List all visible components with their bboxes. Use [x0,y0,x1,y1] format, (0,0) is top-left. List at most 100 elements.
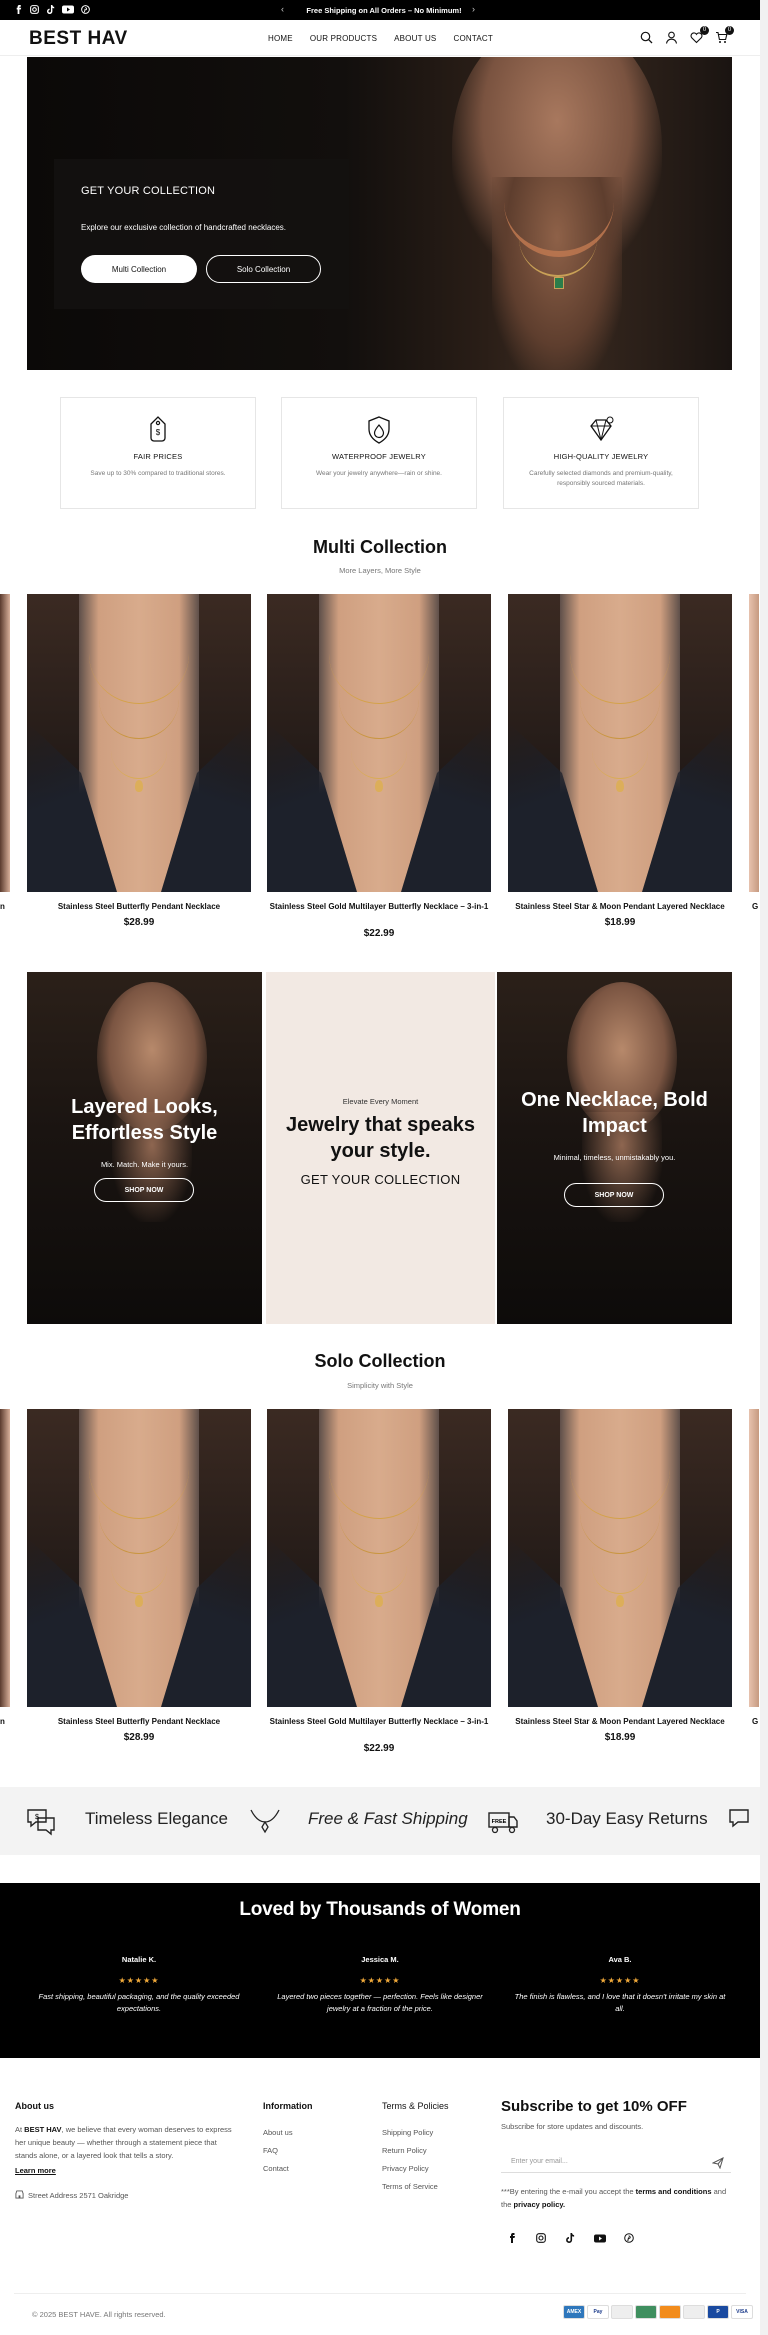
product-name[interactable]: Stainless Steel Gold Multilayer Butterfl… [267,1717,491,1727]
feature-fair-prices: $ FAIR PRICES Save up to 30% compared to… [60,397,256,509]
footer-info-title: Information [263,2101,313,2111]
nav-our-products[interactable]: OUR PRODUCTS [310,34,377,43]
product-name-cut: n [0,1717,5,1726]
cart-count-badge: 0 [725,26,734,35]
product-price: $18.99 [604,917,636,928]
carousel-next-peek [749,1409,759,1707]
product-price: $28.99 [123,1732,155,1743]
subscribe-subtitle: Subscribe for store updates and discount… [501,2122,644,2131]
product-name[interactable]: Stainless Steel Star & Moon Pendant Laye… [508,1717,732,1727]
svg-text:$: $ [156,428,161,437]
announcement-bar: ‹ Free Shipping on All Orders – No Minim… [0,0,768,20]
facebook-icon[interactable] [505,2231,519,2245]
payment-icon [611,2305,633,2319]
review-quote: Fast shipping, beautiful packaging, and … [38,1992,240,2013]
send-icon[interactable] [711,2156,724,2174]
banner-headline-line1: Jewelry that speaks [286,1114,475,1136]
youtube-icon[interactable] [593,2231,607,2245]
footer-link-faq[interactable]: FAQ [263,2146,278,2155]
shop-now-button[interactable]: SHOP NOW [564,1183,664,1207]
product-image[interactable] [267,1409,491,1707]
announcement-next-arrow[interactable]: › [472,4,475,14]
search-icon[interactable] [640,31,653,44]
instagram-icon[interactable] [534,2231,548,2245]
multi-collection-title: Multi Collection [313,537,447,557]
nav-about-us[interactable]: ABOUT US [394,34,436,43]
pinterest-icon[interactable] [622,2231,636,2245]
testimonials-section: Loved by Thousands of Women Natalie K. ★… [0,1883,760,2058]
hero-pendant-graphic [554,277,564,289]
hero-title: GET YOUR COLLECTION [81,185,216,197]
email-input[interactable]: Enter your email... [501,2151,731,2173]
payment-icon [659,2305,681,2319]
footer-link-shipping[interactable]: Shipping Policy [382,2128,433,2137]
water-drop-shield-icon [363,414,395,446]
banner-cta-link[interactable]: GET YOUR COLLECTION [266,1172,495,1187]
site-header: BEST HAV HOME OUR PRODUCTS ABOUT US CONT… [0,20,768,56]
testimonials-title: Loved by Thousands of Women [239,1899,521,1920]
learn-more-link[interactable]: Learn more [15,2164,56,2177]
banner-one-necklace: One Necklace, Bold Impact Minimal, timel… [497,972,732,1324]
payment-icon [635,2305,657,2319]
banner-jewelry-speaks: Elevate Every Moment Jewelry that speaks… [266,972,495,1324]
site-logo[interactable]: BEST HAV [29,28,128,50]
shop-now-button[interactable]: SHOP NOW [94,1178,194,1202]
footer-divider [14,2293,746,2294]
product-image[interactable] [27,594,251,892]
payment-icon: P [707,2305,729,2319]
product-name[interactable]: Stainless Steel Gold Multilayer Butterfl… [267,902,491,912]
star-rating: ★★★★★ [599,1976,641,1985]
product-name-cut: G [752,902,759,911]
nav-home[interactable]: HOME [268,34,293,43]
footer-link-return[interactable]: Return Policy [382,2146,427,2155]
price-tag-icon: $ [142,414,174,446]
nav-contact[interactable]: CONTACT [453,34,492,43]
feature-high-quality: HIGH-QUALITY JEWELRY Carefully selected … [503,397,699,509]
svg-text:$: $ [35,1814,39,1821]
footer-link-terms[interactable]: Terms of Service [382,2182,438,2191]
site-footer: About us At BEST HAV, we believe that ev… [0,2058,760,2335]
product-image[interactable] [508,594,732,892]
terms-link[interactable]: terms and conditions [636,2187,712,2196]
cart-icon[interactable]: 0 [715,26,734,44]
product-price: $22.99 [363,1743,395,1754]
footer-link-privacy[interactable]: Privacy Policy [382,2164,429,2173]
review-quote: The finish is flawless, and I love that … [514,1992,726,2013]
product-image[interactable] [27,1409,251,1707]
banner-eyebrow: Elevate Every Moment [342,1097,419,1106]
privacy-link[interactable]: privacy policy. [514,2200,566,2209]
payment-icon: Pay [587,2305,609,2319]
solo-collection-title: Solo Collection [314,1351,446,1371]
product-price: $28.99 [123,917,155,928]
footer-link-contact[interactable]: Contact [263,2164,289,2173]
banner-title-line2: Impact [582,1115,647,1137]
hero-banner: GET YOUR COLLECTION Explore our exclusiv… [27,57,732,370]
reviewer-name: Jessica M. [361,1955,399,1964]
testimonial-card: Ava B. ★★★★★ The finish is flawless, and… [510,1955,730,2015]
testimonial-card: Natalie K. ★★★★★ Fast shipping, beautifu… [29,1955,249,2015]
footer-terms-title: Terms & Policies [382,2101,449,2111]
star-rating: ★★★★★ [359,1976,401,1985]
product-name[interactable]: Stainless Steel Butterfly Pendant Neckla… [27,1717,251,1727]
feature-text: Wear your jewelry anywhere—rain or shine… [316,470,442,477]
feature-title: WATERPROOF JEWELRY [332,452,426,461]
main-nav: HOME OUR PRODUCTS ABOUT US CONTACT [268,34,493,43]
product-name[interactable]: Stainless Steel Star & Moon Pendant Laye… [508,902,732,912]
solo-collection-button[interactable]: Solo Collection [206,255,321,283]
footer-link-about[interactable]: About us [263,2128,293,2137]
product-price: $18.99 [604,1732,636,1743]
wishlist-count-badge: 0 [700,26,709,35]
carousel-prev-peek [0,594,10,892]
tiktok-icon[interactable] [563,2231,577,2245]
free-badge-text: FREE [492,1819,507,1825]
product-image[interactable] [508,1409,732,1707]
product-name-cut: G [752,1717,759,1726]
account-icon[interactable] [665,31,678,44]
wishlist-icon[interactable]: 0 [690,26,709,44]
marquee-item: Timeless Elegance [85,1809,228,1828]
product-image[interactable] [267,594,491,892]
carousel-next-peek [749,594,759,892]
product-name[interactable]: Stainless Steel Butterfly Pendant Neckla… [27,902,251,912]
multi-collection-button[interactable]: Multi Collection [81,255,197,283]
page-scrollbar[interactable] [760,0,768,2335]
